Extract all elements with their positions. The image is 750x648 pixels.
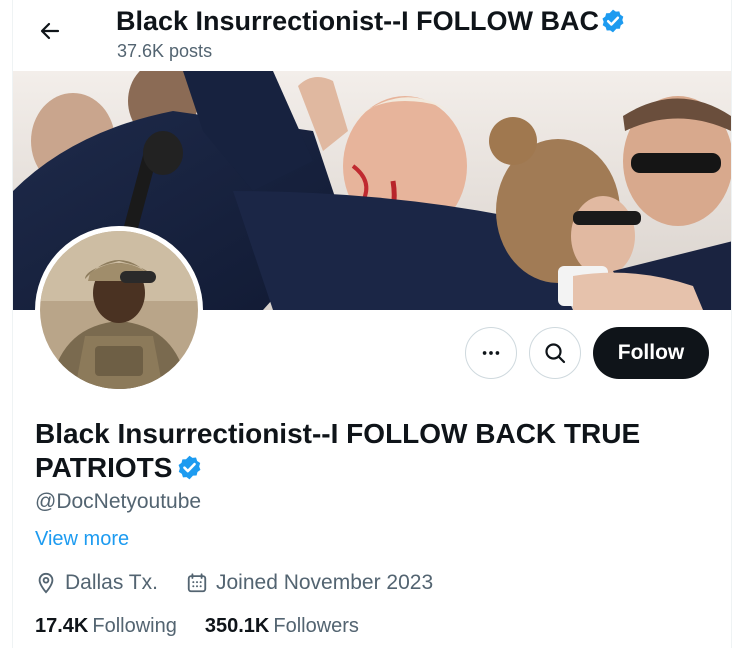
joined-item: Joined November 2023 [186,571,433,595]
following-link[interactable]: 17.4K Following [35,615,177,638]
user-handle: @DocNetyoutube [35,490,202,513]
location-pin-icon [38,572,54,594]
avatar[interactable] [35,226,203,394]
follow-button[interactable]: Follow [593,327,709,379]
header-title: Black Insurrectionist--I FOLLOW BACK TRU… [116,4,626,38]
search-icon [545,343,566,364]
location-text: Dallas Tx. [65,571,158,594]
more-options-button[interactable] [465,327,517,379]
profile-header-bar: Black Insurrectionist--I FOLLOW BACK TRU… [13,0,731,70]
location-item: Dallas Tx. [35,571,158,595]
profile-meta-row: Dallas Tx. Joined November 2023 [35,569,461,597]
verified-badge-icon[interactable] [176,454,203,481]
view-more-link[interactable]: View more [35,528,129,551]
display-name: Black Insurrectionist--I FOLLOW BACK TRU… [35,417,715,485]
search-profile-button[interactable] [529,327,581,379]
profile-page: Black Insurrectionist--I FOLLOW BACK TRU… [12,0,732,648]
more-dots-icon [482,351,500,355]
joined-text: Joined November 2023 [215,571,434,594]
following-count: 17.4K [35,615,89,637]
post-count: 37.6K posts [117,41,213,61]
followers-link[interactable]: 350.1K Followers [205,615,359,638]
display-name-text: Black Insurrectionist--I FOLLOW BACK TRU… [35,418,641,483]
followers-label: Followers [273,615,359,637]
header-title-text: Black Insurrectionist--I FOLLOW BACK TRU… [116,5,598,36]
arrow-left-icon [40,22,60,40]
follow-stats-row: 17.4K Following 350.1K Followers [35,615,387,638]
verified-badge-icon [602,9,624,33]
back-button[interactable] [33,14,67,48]
following-label: Following [92,615,177,637]
followers-count: 350.1K [204,615,270,637]
calendar-icon [187,573,207,593]
